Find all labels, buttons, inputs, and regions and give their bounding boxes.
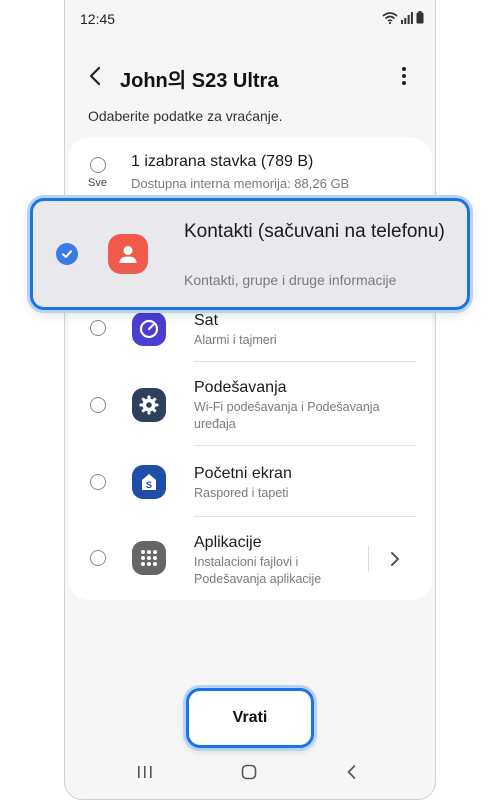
select-all-radio[interactable] [90, 157, 106, 173]
checked-radio-icon[interactable] [56, 243, 78, 265]
recents-icon[interactable] [136, 764, 154, 780]
radio-sat[interactable] [90, 320, 106, 336]
restore-button[interactable]: Vrati [186, 688, 314, 748]
battery-icon [416, 11, 424, 24]
svg-text:S: S [146, 480, 152, 490]
contacts-title: Kontakti (sačuvani na telefonu) [184, 221, 445, 242]
item-title: Sat [194, 312, 219, 329]
status-icons [382, 11, 424, 24]
divider [194, 361, 416, 362]
apps-icon [132, 541, 166, 575]
wifi-icon [382, 11, 398, 24]
item-title: Podešavanja [194, 379, 287, 396]
settings-icon [132, 388, 166, 422]
page-title: John의 S23 Ultra [120, 70, 279, 92]
signal-icon [401, 11, 413, 24]
radio-aplikacije[interactable] [90, 550, 106, 566]
chevron-divider [368, 546, 369, 572]
status-time: 12:45 [80, 11, 116, 27]
radio-podesavanja[interactable] [90, 397, 106, 413]
home-screen-icon: S [132, 465, 166, 499]
item-subtitle: Raspored i tapeti [194, 486, 289, 500]
more-vert-icon[interactable] [394, 64, 414, 88]
item-title: Aplikacije [194, 534, 262, 551]
radio-pocetni-ekran[interactable] [90, 474, 106, 490]
divider [194, 516, 416, 517]
contacts-item-highlight[interactable] [30, 198, 470, 310]
clock-icon [132, 312, 166, 346]
item-subtitle: Instalacioni fajlovi i Podešavanja aplik… [194, 555, 322, 586]
contacts-subtitle: Kontakti, grupe i druge informacije [184, 272, 397, 288]
available-memory: Dostupna interna memorija: 88,26 GB [131, 176, 350, 191]
selection-count: 1 izabrana stavka (789 B) [131, 153, 314, 170]
item-subtitle: Alarmi i tajmeri [194, 333, 277, 347]
divider [194, 445, 416, 446]
contacts-icon [108, 234, 148, 274]
back-icon[interactable] [344, 764, 360, 780]
item-title: Početni ekran [194, 465, 292, 482]
chevron-right-icon[interactable] [386, 549, 404, 569]
home-icon[interactable] [240, 764, 258, 780]
item-subtitle: Wi-Fi podešavanja i Podešavanja uređaja [194, 400, 380, 431]
instruction-text: Odaberite podatke za vraćanje. [88, 108, 283, 124]
back-arrow-icon[interactable] [84, 64, 108, 88]
select-all-label: Sve [88, 177, 107, 189]
